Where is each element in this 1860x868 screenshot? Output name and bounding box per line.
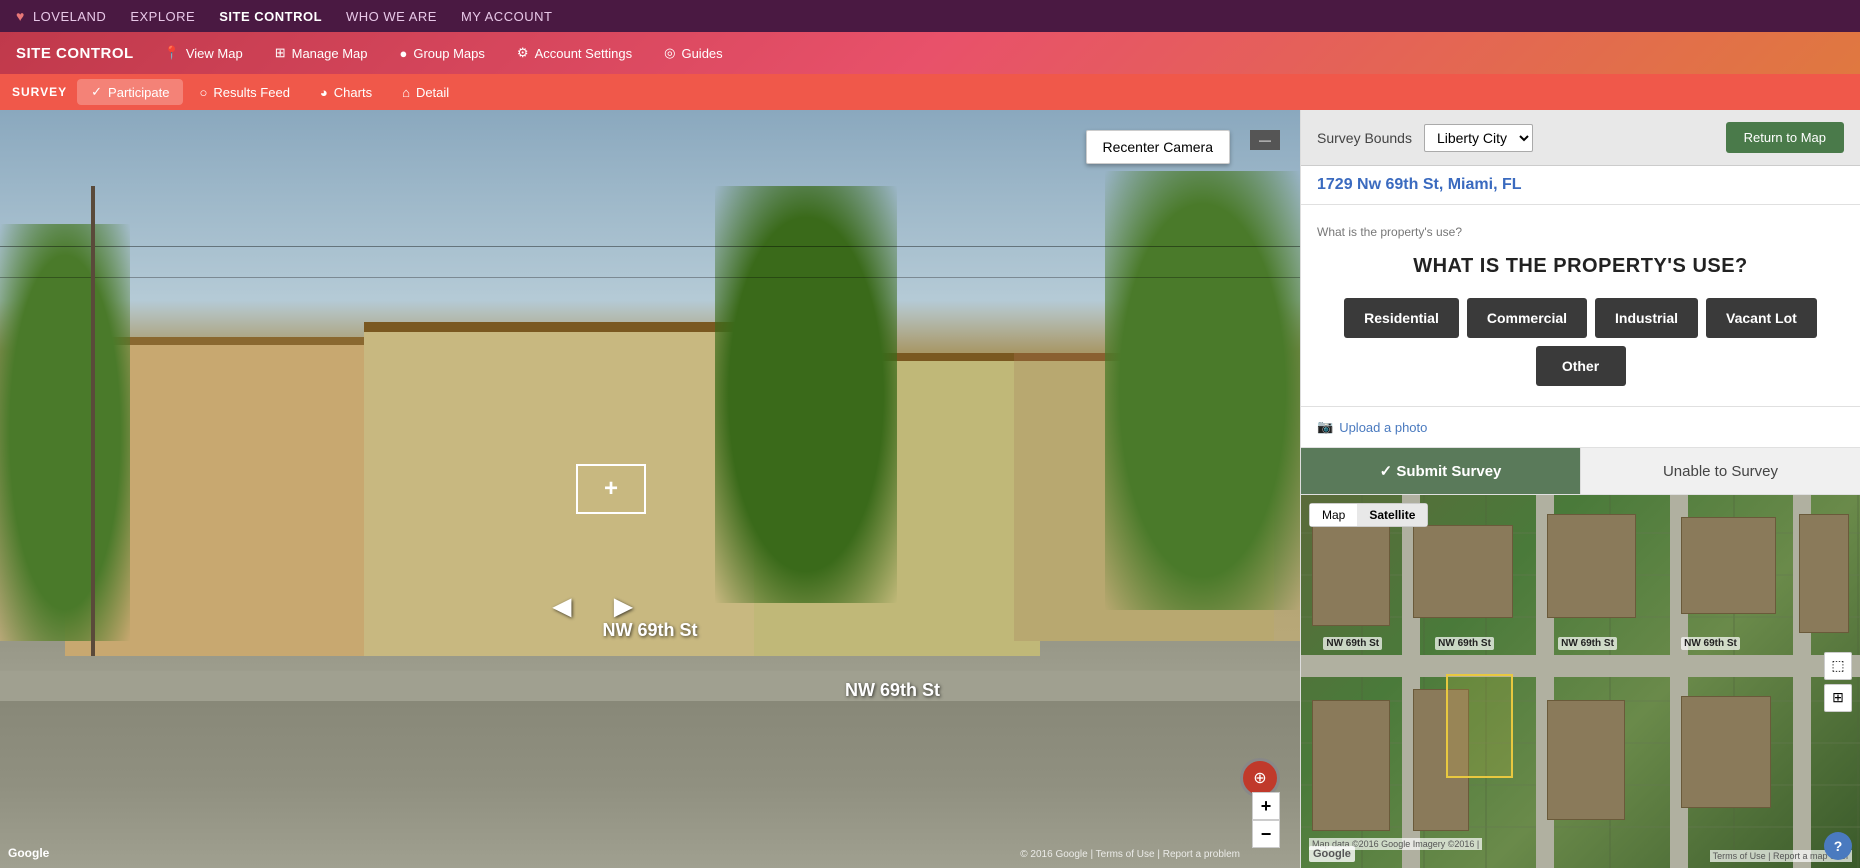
building-9 xyxy=(1681,696,1770,808)
unable-to-survey-button[interactable]: Unable to Survey xyxy=(1580,448,1860,494)
nav-who-we-are[interactable]: WHO WE ARE xyxy=(346,9,437,24)
tab-detail[interactable]: ⌂ Detail xyxy=(388,80,463,105)
google-watermark: Google xyxy=(8,846,49,860)
street-label-right: NW 69th St xyxy=(845,680,940,701)
heart-icon: ♥ xyxy=(16,8,25,24)
survey-tabs-bar: SURVEY ✓ Participate ○ Results Feed ◕ Ch… xyxy=(0,74,1860,110)
map-pin-icon: 📍 xyxy=(164,45,180,61)
second-navigation: SITE CONTROL 📍 View Map ⊞ Manage Map ● G… xyxy=(0,32,1860,74)
minimize-button[interactable]: — xyxy=(1250,130,1280,150)
submit-survey-button[interactable]: ✓ Submit Survey xyxy=(1301,448,1580,494)
building-1 xyxy=(1312,514,1390,626)
group-maps-link[interactable]: ● Group Maps xyxy=(386,40,499,67)
breadcrumb: What is the property's use? xyxy=(1317,225,1844,239)
upload-photo-link[interactable]: 📷 Upload a photo xyxy=(1317,419,1844,435)
guides-link[interactable]: ◎ Guides xyxy=(650,39,737,67)
commercial-button[interactable]: Commercial xyxy=(1467,298,1587,338)
power-pole xyxy=(91,186,95,656)
industrial-button[interactable]: Industrial xyxy=(1595,298,1698,338)
circle-icon: ○ xyxy=(199,85,207,100)
map-zoom-in[interactable]: ⬚ xyxy=(1824,652,1852,680)
map-label-1: NW 69th St xyxy=(1323,637,1382,650)
tab-charts[interactable]: ◕ Charts xyxy=(306,80,386,105)
help-button[interactable]: ? xyxy=(1824,832,1852,860)
nav-my-account[interactable]: MY ACCOUNT xyxy=(461,9,552,24)
map-panel: NW 69th St NW 69th St NW 69th St NW 69th… xyxy=(1301,495,1860,868)
aerial-map-bg: NW 69th St NW 69th St NW 69th St NW 69th… xyxy=(1301,495,1860,868)
nav-explore[interactable]: EXPLORE xyxy=(130,9,195,24)
building-4 xyxy=(1681,517,1776,614)
tab-results-feed[interactable]: ○ Results Feed xyxy=(185,80,303,105)
top-navigation: ♥ LOVELAND EXPLORE SITE CONTROL WHO WE A… xyxy=(0,0,1860,32)
map-label-3: NW 69th St xyxy=(1558,637,1617,650)
terms-watermark: © 2016 Google | Terms of Use | Report a … xyxy=(1020,849,1240,860)
property-address: 1729 Nw 69th St, Miami, FL xyxy=(1317,176,1844,194)
map-tab-satellite[interactable]: Satellite xyxy=(1357,504,1427,526)
building-2 xyxy=(1413,525,1514,618)
account-settings-link[interactable]: ⚙ Account Settings xyxy=(503,39,646,67)
recenter-camera-button[interactable]: Recenter Camera xyxy=(1086,130,1231,164)
camera-icon: 📷 xyxy=(1317,419,1333,435)
street-scene: ◄ ► NW 69th St NW 69th St Recenter Camer… xyxy=(0,110,1300,868)
nav-site-control[interactable]: SITE CONTROL xyxy=(219,9,322,24)
home-icon: ⌂ xyxy=(402,85,410,100)
crosshair-overlay xyxy=(576,464,646,514)
street-label-left: NW 69th St xyxy=(602,620,697,641)
map-google-logo: Google xyxy=(1309,846,1355,862)
street-view-panel: ◄ ► NW 69th St NW 69th St Recenter Camer… xyxy=(0,110,1300,868)
guides-icon: ◎ xyxy=(664,45,675,61)
tree-center xyxy=(715,186,897,603)
main-content: ◄ ► NW 69th St NW 69th St Recenter Camer… xyxy=(0,110,1860,868)
power-line-1 xyxy=(0,246,1300,247)
arrow-left[interactable]: ◄ xyxy=(546,588,578,625)
map-label-4: NW 69th St xyxy=(1681,637,1740,650)
survey-bounds-label: Survey Bounds xyxy=(1317,130,1412,146)
building-5 xyxy=(1799,514,1849,633)
checkmark-icon: ✓ xyxy=(91,84,102,100)
survey-header: Survey Bounds Liberty City Return to Map xyxy=(1301,110,1860,166)
zoom-in-button[interactable]: + xyxy=(1252,792,1280,820)
site-control-label: SITE CONTROL xyxy=(16,45,134,62)
vacant-lot-button[interactable]: Vacant Lot xyxy=(1706,298,1817,338)
selected-parcel xyxy=(1446,674,1513,778)
other-button[interactable]: Other xyxy=(1536,346,1626,386)
building-8 xyxy=(1547,700,1625,819)
residential-button[interactable]: Residential xyxy=(1344,298,1459,338)
property-use-buttons: Residential Commercial Industrial Vacant… xyxy=(1317,298,1844,386)
map-layers[interactable]: ⊞ xyxy=(1824,684,1852,712)
submit-section: ✓ Submit Survey Unable to Survey xyxy=(1301,448,1860,495)
map-controls: ⬚ ⊞ xyxy=(1824,652,1852,712)
building-6 xyxy=(1312,700,1390,831)
gear-icon: ⚙ xyxy=(517,45,529,61)
group-icon: ● xyxy=(400,46,408,61)
tree-left xyxy=(0,224,130,641)
view-map-link[interactable]: 📍 View Map xyxy=(150,39,257,67)
power-line-2 xyxy=(0,277,1300,278)
manage-map-link[interactable]: ⊞ Manage Map xyxy=(261,39,382,67)
map-label-2: NW 69th St xyxy=(1435,637,1494,650)
tree-right xyxy=(1105,171,1300,611)
property-use-title: WHAT IS THE PROPERTY'S USE? xyxy=(1317,255,1844,278)
return-to-map-button[interactable]: Return to Map xyxy=(1726,122,1844,153)
zoom-controls: + − xyxy=(1252,792,1280,848)
tab-participate[interactable]: ✓ Participate xyxy=(77,79,183,105)
street-area xyxy=(0,701,1300,868)
map-view-tabs: Map Satellite xyxy=(1309,503,1428,527)
right-panel: Survey Bounds Liberty City Return to Map… xyxy=(1300,110,1860,868)
property-use-section: What is the property's use? WHAT IS THE … xyxy=(1301,205,1860,407)
brand-logo[interactable]: ♥ LOVELAND xyxy=(16,8,106,24)
survey-bounds-select[interactable]: Liberty City xyxy=(1424,124,1533,152)
zoom-out-button[interactable]: − xyxy=(1252,820,1280,848)
survey-label: SURVEY xyxy=(12,85,67,99)
map-tab-map[interactable]: Map xyxy=(1310,504,1357,526)
building-3 xyxy=(1547,514,1636,618)
grid-icon: ⊞ xyxy=(275,45,286,61)
chart-icon: ◕ xyxy=(320,85,328,100)
address-bar: 1729 Nw 69th St, Miami, FL xyxy=(1301,166,1860,205)
upload-section: 📷 Upload a photo xyxy=(1301,407,1860,448)
map-street-horizontal xyxy=(1301,655,1860,677)
